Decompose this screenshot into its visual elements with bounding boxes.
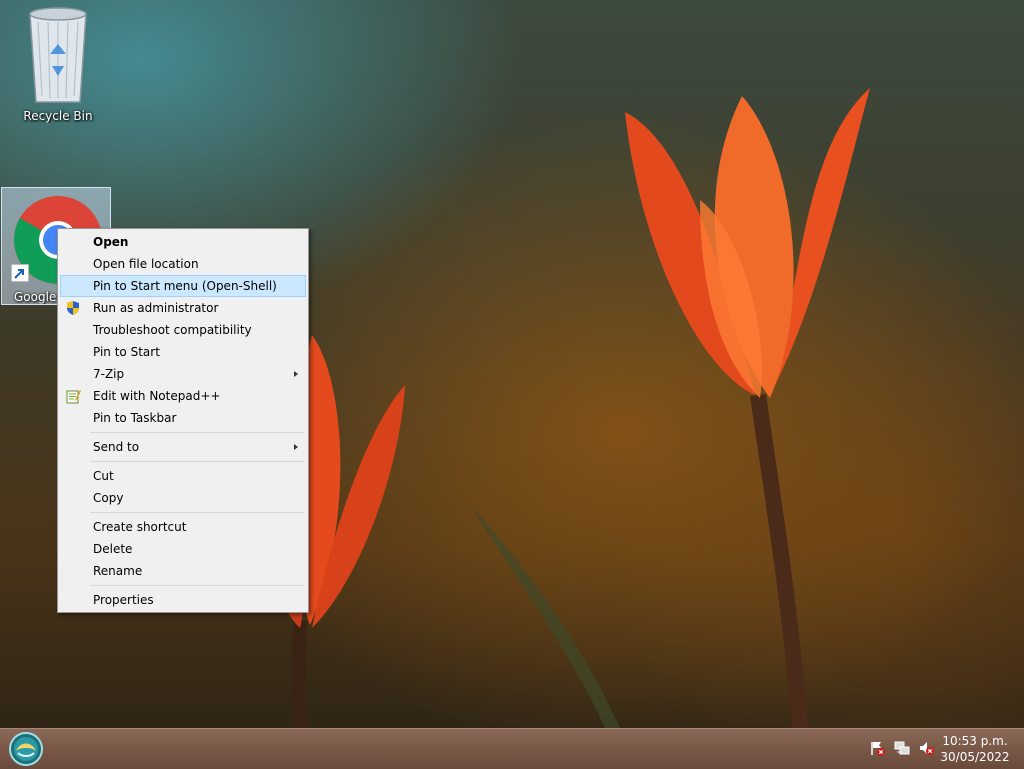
menu-send-to-label: Send to: [93, 440, 140, 454]
action-center-flag-icon[interactable]: [869, 740, 885, 756]
recycle-bin-desktop-icon[interactable]: Recycle Bin: [8, 4, 108, 123]
menu-delete[interactable]: Delete: [60, 538, 306, 560]
menu-copy-label: Copy: [93, 491, 124, 505]
notepadpp-icon: [66, 390, 81, 404]
volume-muted-icon[interactable]: [918, 740, 934, 756]
desktop[interactable]: Recycle Bin Google Chrome Open Open file…: [0, 0, 1024, 728]
menu-rename-label: Rename: [93, 564, 143, 578]
uac-shield-icon: [67, 301, 79, 315]
recycle-bin-label: Recycle Bin: [23, 109, 93, 123]
menu-pin-to-start-label: Pin to Start: [93, 345, 160, 359]
submenu-arrow-icon: [294, 444, 298, 450]
menu-pin-to-taskbar[interactable]: Pin to Taskbar: [60, 407, 306, 429]
menu-troubleshoot-label: Troubleshoot compatibility: [93, 323, 252, 337]
menu-send-to[interactable]: Send to: [60, 436, 306, 458]
menu-edit-with-notepadpp[interactable]: Edit with Notepad++: [60, 385, 306, 407]
menu-7zip[interactable]: 7-Zip: [60, 363, 306, 385]
menu-pin-to-taskbar-label: Pin to Taskbar: [93, 411, 177, 425]
menu-copy[interactable]: Copy: [60, 487, 306, 509]
menu-separator: [90, 461, 304, 462]
menu-separator: [90, 432, 304, 433]
network-icon[interactable]: [894, 740, 910, 756]
menu-open-file-location-label: Open file location: [93, 257, 199, 271]
menu-open[interactable]: Open: [60, 231, 306, 253]
menu-open-file-location[interactable]: Open file location: [60, 253, 306, 275]
menu-create-shortcut[interactable]: Create shortcut: [60, 516, 306, 538]
menu-cut[interactable]: Cut: [60, 465, 306, 487]
open-shell-orb-icon[interactable]: [6, 731, 46, 767]
menu-properties[interactable]: Properties: [60, 589, 306, 611]
menu-run-as-administrator[interactable]: Run as administrator: [60, 297, 306, 319]
clock-date: 30/05/2022: [940, 750, 1010, 764]
menu-notepadpp-label: Edit with Notepad++: [93, 389, 221, 403]
menu-create-shortcut-label: Create shortcut: [93, 520, 187, 534]
menu-properties-label: Properties: [93, 593, 154, 607]
recycle-bin-icon: [29, 7, 87, 103]
menu-7zip-label: 7-Zip: [93, 367, 125, 381]
menu-cut-label: Cut: [93, 469, 114, 483]
menu-pin-open-shell-label: Pin to Start menu (Open-Shell): [93, 279, 277, 293]
menu-pin-to-start-menu-open-shell[interactable]: Pin to Start menu (Open-Shell): [60, 275, 306, 297]
menu-delete-label: Delete: [93, 542, 133, 556]
menu-open-label: Open: [93, 235, 129, 249]
menu-run-as-admin-label: Run as administrator: [93, 301, 219, 315]
menu-separator: [90, 585, 304, 586]
context-menu: Open Open file location Pin to Start men…: [57, 228, 309, 613]
menu-separator: [90, 512, 304, 513]
shortcut-arrow-icon: [11, 264, 29, 282]
submenu-arrow-icon: [294, 371, 298, 377]
menu-troubleshoot-compatibility[interactable]: Troubleshoot compatibility: [60, 319, 306, 341]
menu-rename[interactable]: Rename: [60, 560, 306, 582]
menu-pin-to-start[interactable]: Pin to Start: [60, 341, 306, 363]
clock-time: 10:53 p.m.: [942, 734, 1008, 748]
taskbar-clock[interactable]: 10:53 p.m. 30/05/2022: [940, 733, 1010, 765]
